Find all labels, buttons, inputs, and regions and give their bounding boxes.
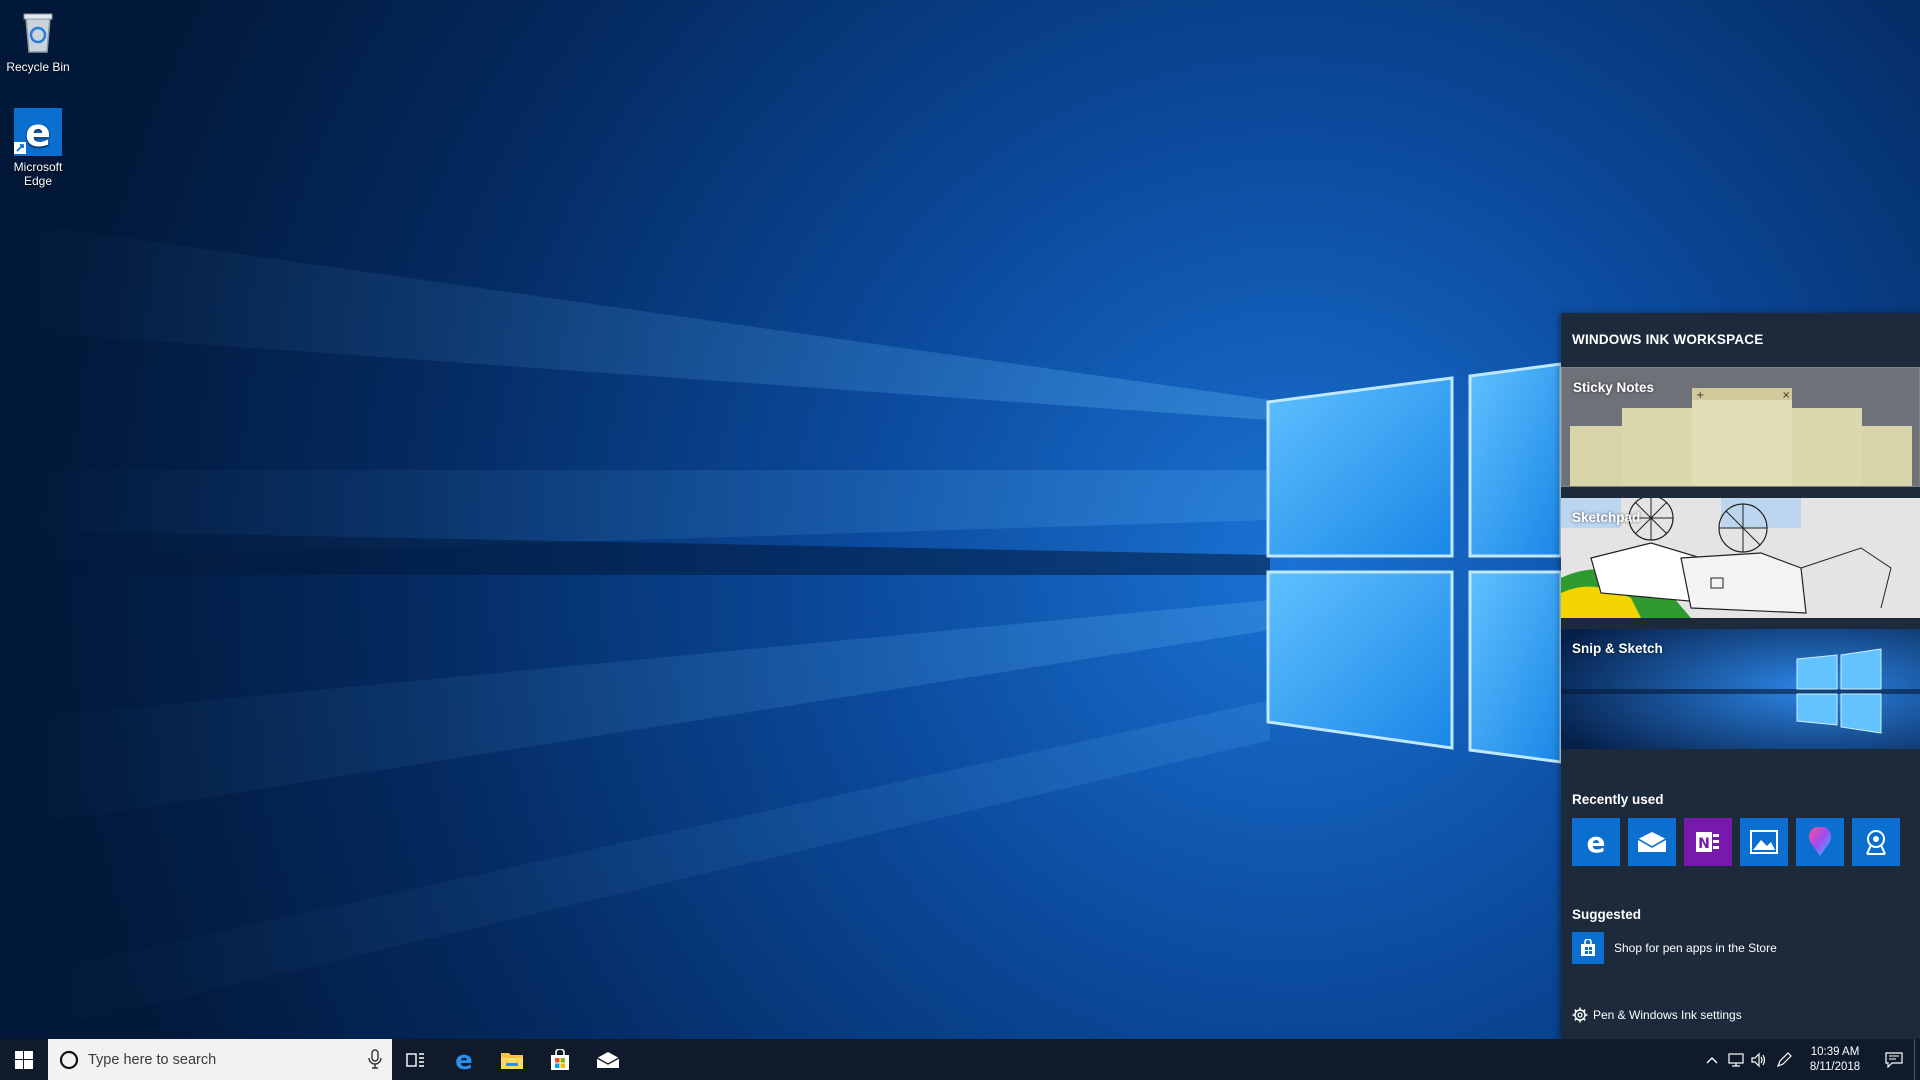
suggested-item-label: Shop for pen apps in the Store — [1614, 941, 1777, 955]
tips-icon — [1866, 830, 1886, 855]
edge-icon: e — [1587, 827, 1606, 857]
recycle-bin-icon — [12, 6, 64, 58]
suggested-store-link[interactable]: Shop for pen apps in the Store — [1572, 932, 1777, 964]
mail-icon — [596, 1051, 620, 1068]
svg-text:e: e — [25, 111, 51, 155]
network-button[interactable] — [1724, 1039, 1748, 1080]
sketchpad-tile[interactable]: Sketchpad — [1561, 498, 1920, 618]
tile-label: Sticky Notes — [1573, 380, 1655, 395]
svg-text:×: × — [1782, 390, 1790, 401]
taskbar-mail-button[interactable] — [584, 1039, 632, 1080]
recent-app-edge[interactable]: e — [1572, 818, 1620, 866]
network-icon — [1728, 1052, 1744, 1067]
recent-app-mail[interactable] — [1628, 818, 1676, 866]
gear-icon — [1572, 1007, 1588, 1023]
search-box[interactable] — [48, 1039, 392, 1080]
tile-label: Sketchpad — [1572, 510, 1641, 525]
pen-icon — [1776, 1051, 1792, 1067]
desktop-icon-microsoft-edge[interactable]: e Microsoft Edge — [0, 106, 76, 188]
taskbar-store-button[interactable] — [536, 1039, 584, 1080]
show-hidden-icons-button[interactable] — [1700, 1039, 1724, 1080]
tile-label: Snip & Sketch — [1572, 641, 1663, 656]
volume-button[interactable] — [1748, 1039, 1772, 1080]
recent-app-maps[interactable] — [1796, 818, 1844, 866]
store-icon — [1572, 932, 1604, 964]
recent-app-onenote[interactable]: N — [1684, 818, 1732, 866]
task-view-icon — [406, 1052, 424, 1067]
action-center-button[interactable] — [1874, 1039, 1914, 1080]
panel-title: WINDOWS INK WORKSPACE — [1572, 332, 1764, 347]
file-explorer-icon — [501, 1052, 523, 1069]
svg-text:e: e — [1587, 827, 1606, 857]
notification-icon — [1885, 1051, 1903, 1068]
pen-workspace-button[interactable] — [1772, 1039, 1796, 1080]
svg-text:N: N — [1698, 836, 1710, 852]
photos-icon — [1750, 830, 1778, 854]
svg-text:+: + — [1696, 390, 1704, 401]
microphone-icon[interactable] — [368, 1049, 382, 1069]
pen-ink-settings-link[interactable]: Pen & Windows Ink settings — [1572, 1007, 1742, 1023]
clock[interactable]: 10:39 AM 8/11/2018 — [1796, 1045, 1874, 1075]
system-tray: 10:39 AM 8/11/2018 — [1700, 1039, 1920, 1080]
clock-date: 8/11/2018 — [1809, 1060, 1861, 1073]
suggested-heading: Suggested — [1572, 907, 1642, 922]
volume-icon — [1751, 1052, 1766, 1067]
store-icon — [551, 1048, 569, 1070]
recently-used-heading: Recently used — [1572, 792, 1664, 807]
edge-icon: e — [455, 1048, 473, 1072]
chevron-up-icon — [1706, 1056, 1718, 1063]
sticky-notes-tile[interactable]: + × Sticky Notes — [1561, 367, 1920, 487]
edge-icon: e — [12, 106, 64, 158]
maps-icon — [1809, 827, 1831, 856]
recently-used-apps: e N — [1572, 818, 1900, 866]
taskbar: e — [0, 1039, 1920, 1080]
search-input[interactable] — [88, 1051, 358, 1068]
mail-icon — [1637, 832, 1667, 852]
taskbar-edge-button[interactable]: e — [440, 1039, 488, 1080]
desktop-icon-label: Recycle Bin — [6, 60, 70, 74]
onenote-icon: N — [1696, 832, 1719, 852]
snip-sketch-tile[interactable]: Snip & Sketch — [1561, 629, 1920, 749]
taskbar-file-explorer-button[interactable] — [488, 1039, 536, 1080]
recent-app-photos[interactable] — [1740, 818, 1788, 866]
settings-link-label: Pen & Windows Ink settings — [1593, 1008, 1742, 1022]
svg-text:e: e — [455, 1048, 473, 1072]
cortana-icon — [58, 1049, 80, 1071]
recent-app-tips[interactable] — [1852, 818, 1900, 866]
windows-logo-icon — [15, 1050, 33, 1069]
start-button[interactable] — [0, 1039, 48, 1080]
task-view-button[interactable] — [392, 1039, 440, 1080]
clock-time: 10:39 AM — [1810, 1045, 1860, 1058]
desktop-icon-recycle-bin[interactable]: Recycle Bin — [0, 6, 76, 74]
ink-workspace-panel: WINDOWS INK WORKSPACE + × Sticky Notes S… — [1561, 313, 1920, 1039]
show-desktop-button[interactable] — [1914, 1039, 1920, 1080]
desktop-icon-label: Microsoft Edge — [13, 160, 63, 188]
